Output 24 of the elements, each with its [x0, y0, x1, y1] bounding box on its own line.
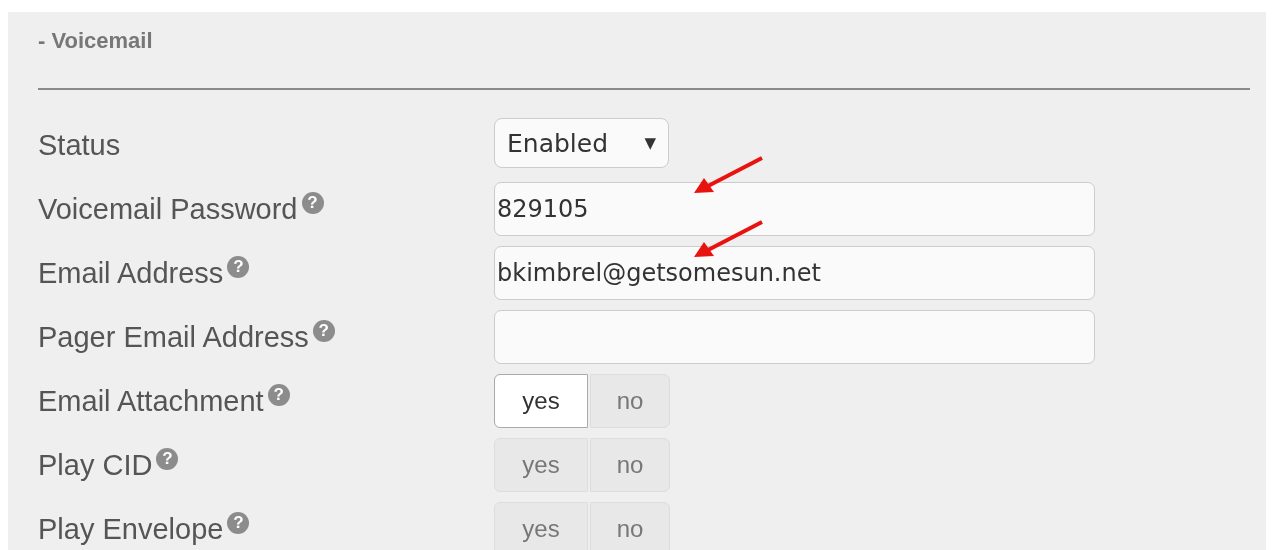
input-field[interactable]	[494, 310, 1095, 364]
toggle-option[interactable]: no	[590, 374, 670, 428]
field-label: Pager Email Address	[38, 320, 309, 354]
input-field[interactable]: 829105	[494, 182, 1095, 236]
help-icon[interactable]: ?	[312, 320, 335, 342]
field-label: Play CID	[38, 448, 153, 482]
toggle-option[interactable]: no	[590, 502, 670, 550]
help-icon[interactable]: ?	[267, 384, 290, 406]
toggle-option[interactable]: no	[590, 438, 670, 492]
input-field[interactable]: bkimbrel@getsomesun.net	[494, 246, 1095, 300]
help-icon[interactable]: ?	[156, 448, 179, 470]
help-icon[interactable]: ?	[227, 256, 250, 278]
field-label: Email Address	[38, 256, 224, 290]
field-label: Play Envelope	[38, 512, 224, 546]
toggle-option[interactable]: yes	[494, 502, 588, 550]
section-title[interactable]: - Voicemail	[38, 12, 153, 54]
field-label: Status	[38, 128, 121, 162]
status-dropdown[interactable]: Enabled ▼	[494, 118, 669, 168]
help-icon[interactable]: ?	[227, 512, 250, 534]
field-label: Email Attachment	[38, 384, 264, 418]
help-icon[interactable]: ?	[301, 192, 324, 214]
toggle-option[interactable]: yes	[494, 438, 588, 492]
field-label: Voicemail Password	[38, 192, 298, 226]
toggle-option[interactable]: yes	[494, 374, 588, 428]
